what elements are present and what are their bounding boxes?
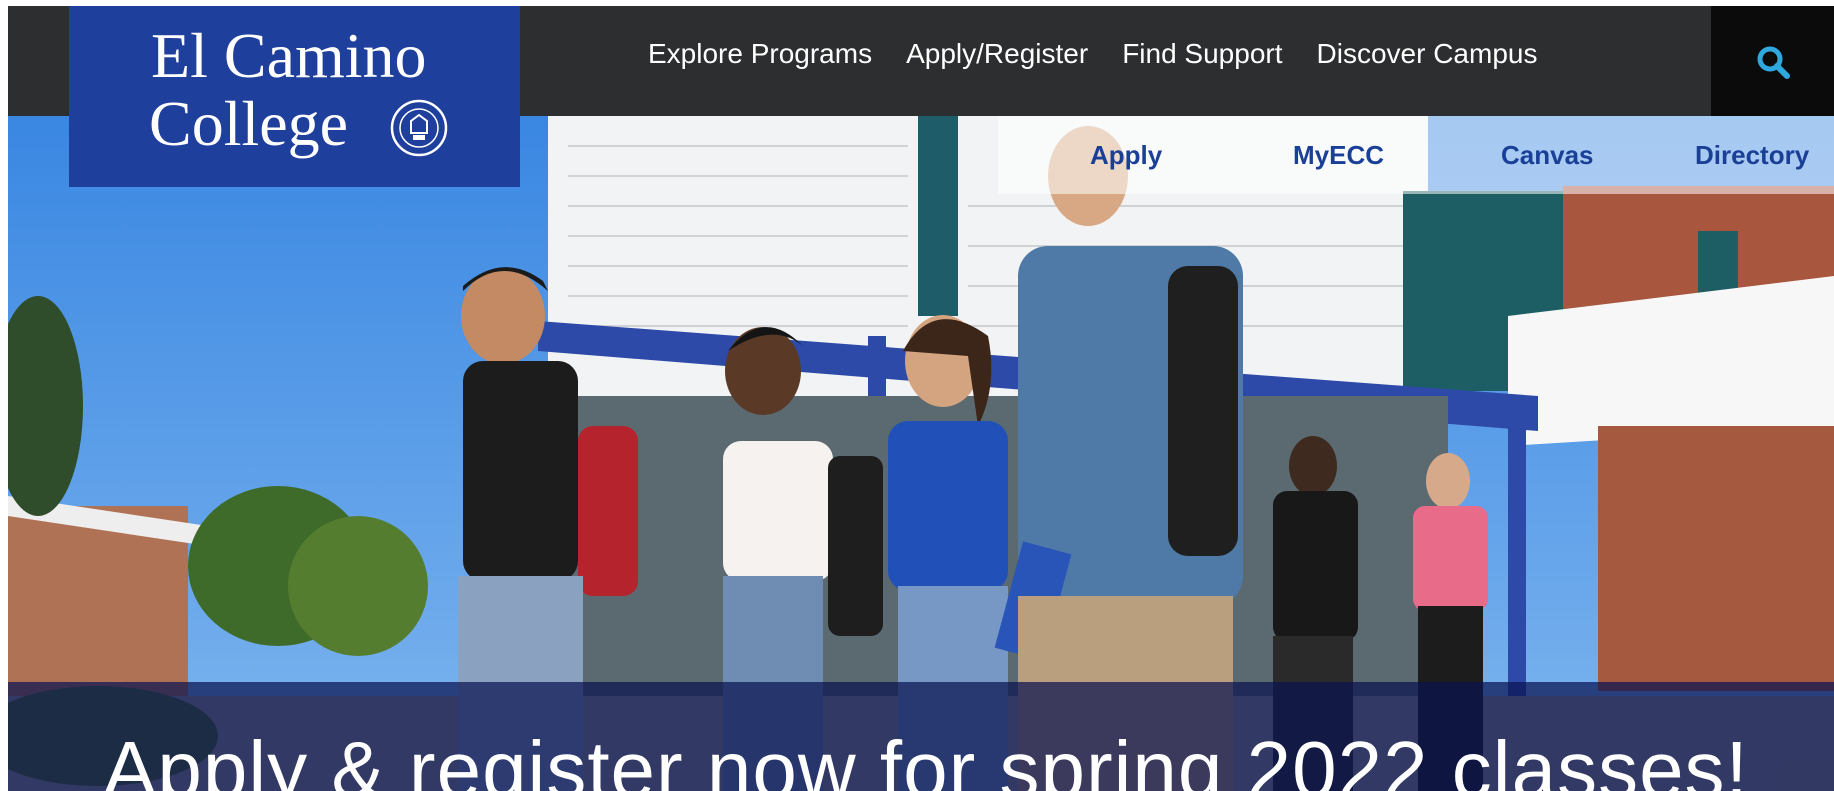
quicklink-directory[interactable]: Directory	[1695, 140, 1809, 171]
nav-find-support[interactable]: Find Support	[1122, 38, 1282, 70]
logo-line-1: El Camino	[151, 20, 427, 91]
hero-headline[interactable]: Apply & register now for spring 2022 cla…	[103, 724, 1749, 791]
nav-discover-campus[interactable]: Discover Campus	[1317, 38, 1538, 70]
search-button[interactable]	[1711, 6, 1834, 116]
quicklink-myecc[interactable]: MyECC	[1293, 140, 1384, 171]
nav-explore-programs[interactable]: Explore Programs	[648, 38, 872, 70]
nav-apply-register[interactable]: Apply/Register	[906, 38, 1088, 70]
quick-links-bar: Apply MyECC Canvas Directory	[998, 116, 1834, 194]
search-icon	[1757, 46, 1790, 79]
college-seal-icon	[390, 99, 448, 157]
main-nav: Explore Programs Apply/Register Find Sup…	[648, 38, 1537, 70]
page-frame: El Camino College Explore Programs Apply…	[8, 6, 1834, 791]
quicklink-apply[interactable]: Apply	[1090, 140, 1162, 171]
logo-line-2: College	[149, 88, 349, 159]
quicklink-canvas[interactable]: Canvas	[1501, 140, 1594, 171]
college-logo[interactable]: El Camino College	[69, 6, 520, 187]
